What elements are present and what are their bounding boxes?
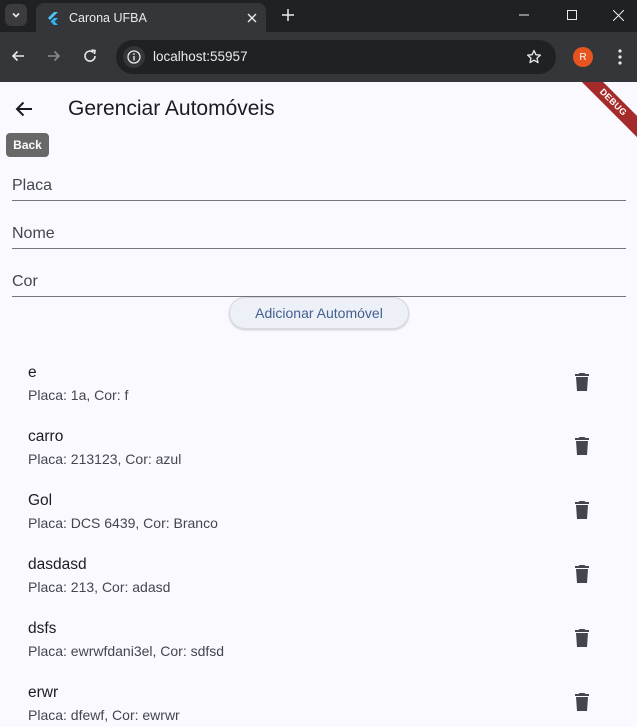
browser-toolbar: localhost:55957 R <box>0 32 637 82</box>
minimize-icon <box>519 14 529 16</box>
star-icon <box>526 49 542 64</box>
nome-field[interactable] <box>12 215 626 249</box>
back-button[interactable] <box>10 95 38 123</box>
close-icon <box>612 9 624 21</box>
site-info-button[interactable] <box>123 46 145 68</box>
car-name: e <box>28 364 37 381</box>
trash-icon <box>575 693 589 711</box>
car-details: Placa: 1a, Cor: f <box>28 387 129 403</box>
reload-icon <box>84 49 96 62</box>
profile-avatar[interactable]: R <box>573 47 593 67</box>
debug-banner: DEBUG <box>572 82 637 144</box>
url-text: localhost:55957 <box>153 49 248 64</box>
trash-icon <box>575 629 589 647</box>
new-tab-button[interactable] <box>277 4 299 26</box>
trash-icon <box>575 565 589 583</box>
browser-menu-button[interactable] <box>608 45 632 69</box>
window-close-button[interactable] <box>595 0 637 30</box>
add-car-button[interactable]: Adicionar Automóvel <box>229 297 409 329</box>
trash-icon <box>575 501 589 519</box>
car-name: dasdasd <box>28 556 87 573</box>
tab-search-button[interactable] <box>5 4 27 26</box>
maximize-icon <box>567 10 577 20</box>
browser-forward-button[interactable] <box>40 42 68 70</box>
car-name: Gol <box>28 492 53 509</box>
nome-input[interactable] <box>12 215 626 248</box>
close-icon <box>247 13 257 22</box>
list-item: Gol Placa: DCS 6439, Cor: Branco <box>0 490 637 554</box>
list-item: dsfs Placa: ewrwfdani3el, Cor: sdfsd <box>0 618 637 682</box>
browser-tabstrip: Carona UFBA <box>0 0 637 32</box>
plus-icon <box>282 9 294 21</box>
browser-back-button[interactable] <box>4 42 32 70</box>
list-item: erwr Placa: dfewf, Cor: ewrwr <box>0 682 637 727</box>
placa-input[interactable] <box>12 167 626 200</box>
arrow-back-icon <box>15 101 32 117</box>
delete-button[interactable] <box>570 626 594 650</box>
car-name: dsfs <box>28 620 57 637</box>
car-name: erwr <box>28 684 59 701</box>
delete-button[interactable] <box>570 690 594 714</box>
bookmark-button[interactable] <box>524 47 544 67</box>
delete-button[interactable] <box>570 562 594 586</box>
trash-icon <box>575 373 589 391</box>
minimize-button[interactable] <box>501 0 547 30</box>
arrow-right-icon <box>48 50 61 62</box>
delete-button[interactable] <box>570 370 594 394</box>
more-vert-icon <box>618 49 622 65</box>
list-item: e Placa: 1a, Cor: f <box>0 362 637 426</box>
delete-button[interactable] <box>570 434 594 458</box>
car-details: Placa: ewrwfdani3el, Cor: sdfsd <box>28 643 225 659</box>
reload-button[interactable] <box>76 42 104 70</box>
car-details: Placa: 213, Cor: adasd <box>28 579 171 595</box>
address-bar[interactable]: localhost:55957 <box>116 40 556 74</box>
list-item: dasdasd Placa: 213, Cor: adasd <box>0 554 637 618</box>
car-details: Placa: DCS 6439, Cor: Branco <box>28 515 218 531</box>
flutter-icon <box>45 10 61 26</box>
chevron-down-icon <box>12 12 20 18</box>
cor-input[interactable] <box>12 263 626 296</box>
page-title: Gerenciar Automóveis <box>68 97 275 120</box>
maximize-button[interactable] <box>549 0 595 30</box>
tab-title: Carona UFBA <box>69 10 147 25</box>
car-name: carro <box>28 428 64 445</box>
placa-field[interactable] <box>12 167 626 201</box>
tab-close-button[interactable] <box>240 6 264 30</box>
car-details: Placa: dfewf, Cor: ewrwr <box>28 707 180 723</box>
cor-field[interactable] <box>12 263 626 297</box>
arrow-left-icon <box>11 50 24 62</box>
trash-icon <box>575 437 589 455</box>
delete-button[interactable] <box>570 498 594 522</box>
back-tooltip: Back <box>6 133 49 157</box>
app-page: Gerenciar Automóveis Back DEBUG Adiciona… <box>0 82 637 727</box>
list-item: carro Placa: 213123, Cor: azul <box>0 426 637 490</box>
browser-tab[interactable]: Carona UFBA <box>36 3 266 32</box>
car-details: Placa: 213123, Cor: azul <box>28 451 182 467</box>
info-icon <box>127 50 141 64</box>
